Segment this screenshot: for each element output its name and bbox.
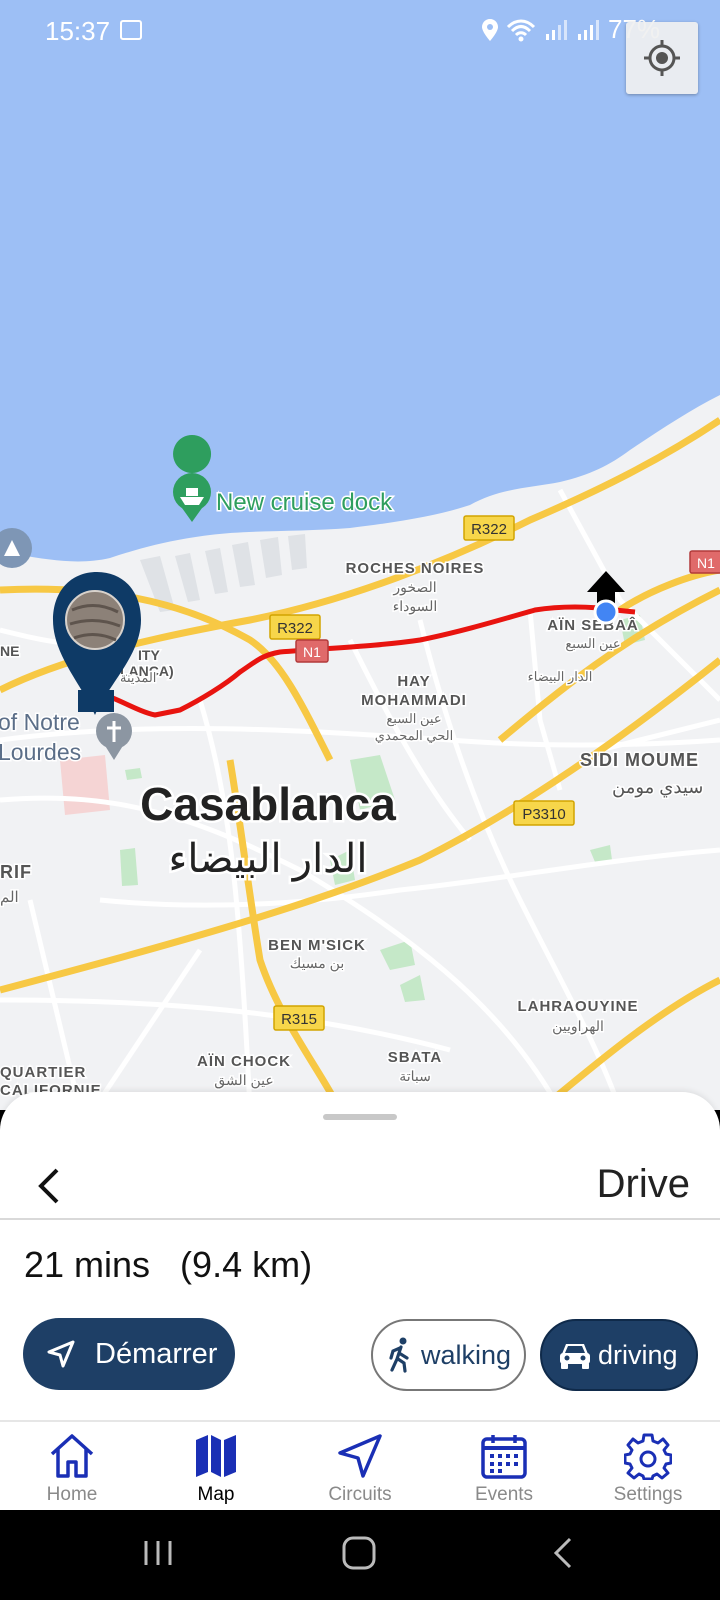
status-time: 15:37 — [45, 16, 111, 46]
svg-text:R322: R322 — [277, 620, 313, 637]
start-navigation-label: Démarrer — [95, 1337, 218, 1370]
walking-person-icon — [389, 1337, 409, 1373]
label-medina-ar: المدينة — [120, 670, 156, 685]
label-notre: of Notre — [0, 709, 80, 735]
label-roches-ar1: الصخور — [392, 579, 436, 596]
label-city-ar: الدار البيضاء — [169, 837, 368, 882]
label-hay-ar2: الحي المحمدي — [375, 728, 453, 743]
system-nav-bar — [0, 1510, 720, 1600]
signal-2-icon — [578, 19, 599, 40]
svg-text:N1: N1 — [303, 644, 321, 660]
status-bar: 15:37 77% — [0, 0, 720, 62]
tab-home[interactable]: Home — [0, 1422, 144, 1510]
label-quartier: QUARTIER — [0, 1064, 86, 1081]
label-roches-ar2: السوداء — [393, 598, 438, 615]
shield-r315: R315 — [273, 1005, 325, 1031]
divider — [0, 1218, 720, 1220]
back-nav-icon[interactable] — [548, 1535, 578, 1571]
label-dar-baida-small: الدار البيضاء — [528, 669, 593, 685]
tab-map[interactable]: Map — [144, 1422, 288, 1510]
label-lahraouyine: LAHRAOUYINE — [517, 998, 638, 1015]
label-medina-1: ITY — [138, 647, 160, 663]
driving-mode-button[interactable]: driving — [540, 1319, 698, 1391]
tab-events[interactable]: Events — [432, 1422, 576, 1510]
route-summary: 21 mins (9.4 km) — [24, 1244, 313, 1285]
calendar-icon — [481, 1435, 527, 1479]
label-hay: HAY — [397, 673, 430, 690]
shield-r322-b: R322 — [269, 614, 321, 640]
label-ain-chock-ar: عين الشق — [214, 1072, 273, 1089]
label-sbata: SBATA — [388, 1049, 442, 1066]
recent-apps-icon[interactable] — [140, 1535, 176, 1571]
crosshair-icon — [644, 40, 680, 76]
label-rif: RIF — [0, 862, 32, 882]
navigation-icon — [338, 1434, 382, 1478]
directions-sheet: Drive 21 mins (9.4 km) Démarrer walking … — [0, 1092, 720, 1420]
label-sidi-ar: سيدي مومن — [612, 777, 703, 798]
shield-p3310: P3310 — [513, 800, 575, 826]
svg-text:P3310: P3310 — [522, 806, 565, 823]
tab-settings-label: Settings — [613, 1484, 683, 1505]
label-ben-msick: BEN M'SICK — [268, 937, 366, 954]
shield-n1-a: N1 — [295, 639, 329, 663]
label-ben-msick-ar: بن مسيك — [290, 955, 344, 972]
label-sbata-ar: سباتة — [399, 1068, 431, 1084]
walking-label: walking — [421, 1339, 512, 1370]
label-roches-noires: ROCHES NOIRES — [346, 560, 485, 577]
tab-map-label: Map — [197, 1484, 235, 1505]
map-icon — [196, 1435, 236, 1477]
tab-circuits-label: Circuits — [328, 1484, 392, 1505]
shield-n1-b: N1 — [689, 550, 720, 574]
navigation-arrow-icon — [47, 1340, 75, 1368]
chevron-left-icon — [38, 1168, 59, 1204]
sheet-drag-handle[interactable] — [323, 1114, 397, 1120]
label-ne: NE — [0, 643, 19, 659]
wifi-icon — [506, 19, 536, 41]
back-button[interactable] — [26, 1158, 70, 1214]
tab-home-label: Home — [46, 1484, 98, 1505]
label-rif-ar: الم — [0, 889, 19, 906]
my-location-button[interactable] — [626, 22, 698, 94]
label-sidi-moumen: SIDI MOUME — [580, 750, 699, 770]
driving-label: driving — [598, 1339, 678, 1370]
shield-r322-a: R322 — [463, 515, 515, 541]
label-mohammadi: MOHAMMADI — [361, 692, 467, 709]
label-hay-ar1: عين السبع — [386, 711, 441, 727]
gear-icon — [624, 1433, 672, 1480]
car-icon — [560, 1344, 590, 1369]
label-ain-sebaa-ar: عين السبع — [565, 636, 620, 652]
svg-text:New cruise dock: New cruise dock — [216, 489, 393, 516]
tab-events-label: Events — [474, 1484, 534, 1505]
label-ain-chock: AÏN CHOCK — [197, 1053, 291, 1070]
location-status-icon — [482, 18, 498, 41]
home-nav-icon[interactable] — [340, 1535, 380, 1571]
start-navigation-button[interactable]: Démarrer — [23, 1318, 235, 1390]
home-icon — [50, 1434, 94, 1478]
walking-mode-button[interactable]: walking — [371, 1319, 526, 1391]
svg-text:R322: R322 — [471, 521, 507, 538]
travel-mode-title: Drive — [596, 1162, 690, 1206]
gallery-notification-icon — [120, 20, 142, 40]
label-lourdes: Lourdes — [0, 739, 81, 765]
svg-text:N1: N1 — [697, 555, 715, 571]
tab-settings[interactable]: Settings — [576, 1422, 720, 1510]
tab-circuits[interactable]: Circuits — [288, 1422, 432, 1510]
bottom-tab-bar: Home Map Circuits Events Settings — [0, 1420, 720, 1510]
label-lahraouyine-ar: الهراويين — [552, 1018, 604, 1035]
label-city: Casablanca — [140, 778, 396, 830]
signal-1-icon — [546, 19, 567, 40]
map-view[interactable]: R322 R322 N1 N1 P3310 R315 New cruise do… — [0, 0, 720, 1110]
svg-text:R315: R315 — [281, 1011, 317, 1028]
label-ain-sebaa: AÏN SEBAÂ — [547, 616, 639, 634]
